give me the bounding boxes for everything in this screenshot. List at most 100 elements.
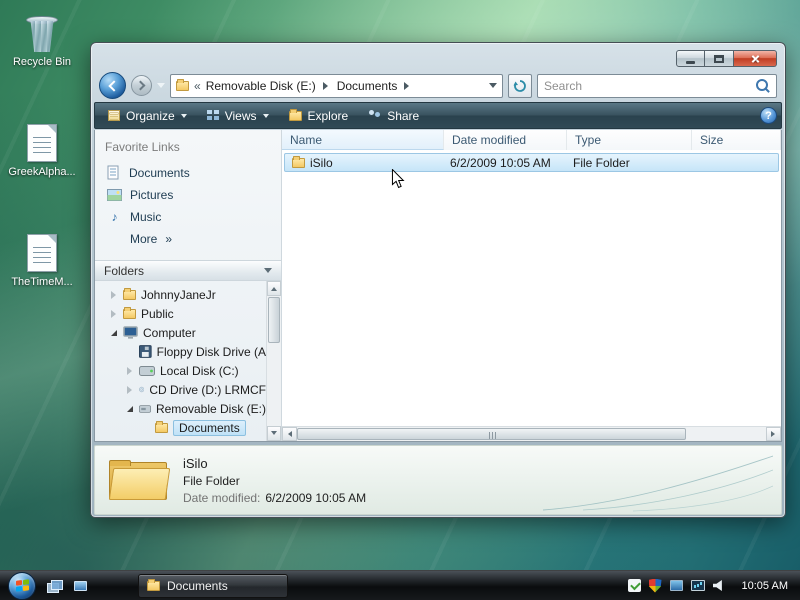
expand-icon[interactable]	[111, 310, 116, 318]
tree-item-label: Public	[141, 307, 174, 321]
favorite-links-title: Favorite Links	[95, 130, 281, 161]
maximize-button[interactable]	[705, 50, 734, 67]
recycle-bin-icon	[2, 6, 82, 52]
desktop-icon-thetimem[interactable]: TheTimeM...	[2, 226, 82, 288]
views-label: Views	[225, 109, 257, 123]
tree-item-label: CD Drive (D:) LRMCF	[149, 383, 266, 397]
collapse-icon[interactable]	[127, 406, 133, 412]
tree-item-computer[interactable]: Computer	[95, 323, 266, 342]
windows-logo-icon	[16, 579, 29, 592]
search-input[interactable]	[544, 79, 756, 93]
volume-icon[interactable]	[713, 580, 726, 592]
show-desktop-icon	[74, 581, 87, 591]
sidebar-item-label: Music	[130, 210, 161, 224]
tree-vertical-scrollbar[interactable]	[266, 281, 281, 441]
document-icon	[2, 226, 82, 272]
removable-disk-icon	[139, 404, 151, 414]
folders-band[interactable]: Folders	[95, 260, 281, 281]
breadcrumb-separator-icon[interactable]	[404, 82, 413, 90]
close-button[interactable]	[734, 50, 777, 67]
tree-item-floppy-drive[interactable]: Floppy Disk Drive (A	[95, 342, 266, 361]
scrollbar-thumb[interactable]	[297, 428, 686, 440]
quicklaunch-switch-windows-button[interactable]	[44, 576, 64, 596]
scroll-left-button[interactable]	[282, 427, 297, 441]
search-icon[interactable]	[756, 79, 770, 93]
details-date-value: 6/2/2009 10:05 AM	[265, 491, 366, 505]
selected-item-folder-icon	[109, 458, 167, 502]
tree-item-label: JohnnyJaneJr	[141, 288, 216, 302]
scroll-up-button[interactable]	[267, 281, 281, 296]
desktop-icon-recycle-bin[interactable]: Recycle Bin	[2, 6, 82, 68]
sidebar-item-more[interactable]: More »	[95, 228, 281, 250]
details-pane: iSilo File Folder Date modified: 6/2/200…	[94, 445, 782, 515]
scrollbar-track[interactable]	[686, 427, 766, 441]
title-bar[interactable]	[94, 43, 782, 69]
sidebar-item-music[interactable]: ♪ Music	[95, 206, 281, 228]
share-icon	[368, 110, 381, 121]
breadcrumb-overflow-chevron[interactable]: «	[194, 79, 201, 93]
refresh-button[interactable]	[508, 74, 532, 98]
scroll-right-button[interactable]	[766, 427, 781, 441]
user-folder-icon	[123, 290, 136, 300]
folder-icon	[155, 423, 168, 433]
display-tray-icon[interactable]	[670, 580, 683, 591]
scrollbar-thumb[interactable]	[268, 297, 280, 343]
chevron-down-icon	[263, 114, 269, 121]
recent-pages-dropdown-icon[interactable]	[157, 83, 165, 92]
expand-icon[interactable]	[127, 367, 132, 375]
security-shield-icon[interactable]	[649, 579, 662, 593]
minimize-button[interactable]	[676, 50, 705, 67]
expand-icon[interactable]	[127, 386, 132, 394]
address-dropdown-icon[interactable]	[489, 83, 497, 92]
tree-item-local-disk-c[interactable]: Local Disk (C:)	[95, 361, 266, 380]
sidebar-item-pictures[interactable]: Pictures	[95, 184, 281, 206]
file-list: Name Date modified Type Size iSilo 6/2/2…	[282, 130, 781, 441]
updates-tray-icon[interactable]	[628, 579, 641, 592]
breadcrumb-separator-icon[interactable]	[323, 82, 332, 90]
tree-item-public[interactable]: Public	[95, 304, 266, 323]
address-bar[interactable]: « Removable Disk (E:) Documents	[170, 74, 503, 98]
details-decorative-swirl	[543, 454, 773, 512]
tree-item-label: Computer	[143, 326, 196, 340]
desktop-icon-greekalpha[interactable]: GreekAlpha...	[2, 116, 82, 178]
organize-button[interactable]: Organize	[99, 104, 196, 127]
taskbar-clock[interactable]: 10:05 AM	[742, 580, 792, 592]
share-button[interactable]: Share	[359, 104, 428, 127]
scrollbar-track[interactable]	[267, 344, 281, 426]
chevron-down-icon	[181, 114, 187, 121]
breadcrumb-item-removable-disk[interactable]: Removable Disk (E:)	[206, 79, 316, 93]
tree-item-removable-disk-e[interactable]: Removable Disk (E:)	[95, 399, 266, 418]
sidebar-item-label: More	[130, 232, 157, 246]
sidebar-item-documents[interactable]: Documents	[95, 161, 281, 184]
horizontal-scrollbar[interactable]	[282, 426, 781, 441]
help-button[interactable]: ?	[760, 107, 777, 124]
taskbar-button-documents[interactable]: Documents	[138, 574, 288, 598]
column-header-name[interactable]: Name	[282, 130, 444, 150]
back-arrow-icon	[108, 80, 119, 91]
tree-item-cd-drive-d[interactable]: CD Drive (D:) LRMCF	[95, 380, 266, 399]
breadcrumb-item-documents[interactable]: Documents	[337, 79, 398, 93]
scroll-down-button[interactable]	[267, 426, 281, 441]
column-header-type[interactable]: Type	[567, 130, 692, 150]
quicklaunch-show-desktop-button[interactable]	[70, 576, 90, 596]
tree-item-johnnyjanejr[interactable]: JohnnyJaneJr	[95, 285, 266, 304]
network-tray-icon[interactable]	[691, 580, 705, 591]
forward-button[interactable]	[131, 75, 152, 96]
caption-buttons	[676, 50, 777, 67]
folders-band-label: Folders	[104, 264, 144, 278]
mouse-cursor	[391, 169, 405, 189]
collapse-icon[interactable]	[111, 330, 117, 336]
expand-icon[interactable]	[111, 291, 116, 299]
pictures-icon	[107, 189, 122, 201]
file-row-isilo[interactable]: iSilo 6/2/2009 10:05 AM File Folder	[284, 153, 779, 172]
floppy-disk-icon	[139, 345, 152, 358]
back-button[interactable]	[99, 72, 126, 99]
views-button[interactable]: Views	[198, 104, 278, 127]
explore-button[interactable]: Explore	[280, 104, 358, 127]
column-header-date-modified[interactable]: Date modified	[444, 130, 567, 150]
share-label: Share	[387, 109, 419, 123]
start-button[interactable]	[8, 572, 36, 600]
column-header-size[interactable]: Size	[692, 130, 781, 150]
folder-icon	[147, 581, 160, 591]
tree-item-documents-selected[interactable]: Documents	[95, 418, 266, 437]
